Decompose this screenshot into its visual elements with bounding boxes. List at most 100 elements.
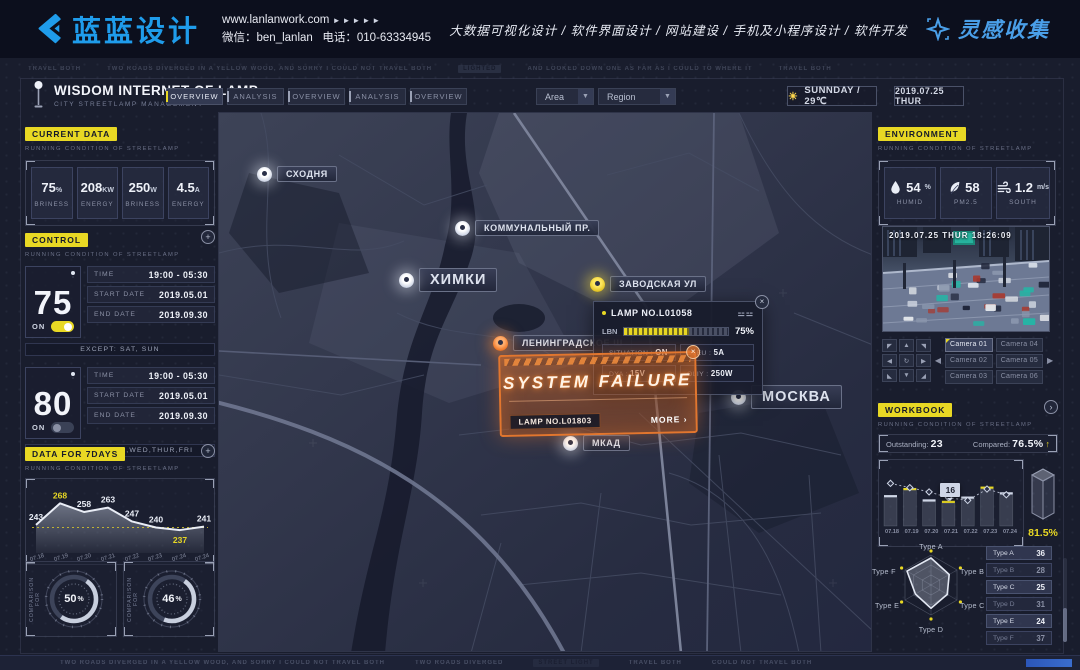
x-tick: 07.24 <box>1003 529 1017 535</box>
type-row-d[interactable]: Type D31 <box>986 597 1052 611</box>
panel-control: CONTROL + RUNNING CONDITION OF STREETLAM… <box>25 230 215 457</box>
stat-card-energy-kw: 208KW ENERGY <box>77 167 119 219</box>
schedule-row-start[interactable]: START DATE 2019.05.01 <box>87 387 215 404</box>
outstanding-value: 23 <box>931 438 943 450</box>
type-row-a[interactable]: Type A36 <box>986 546 1052 560</box>
close-icon[interactable]: × <box>755 295 769 309</box>
workbook-bar-chart: 07.1807.1907.2007.2107.2207.2307.24 16 <box>878 459 1024 547</box>
brightness-box[interactable]: 80 ON <box>25 367 81 439</box>
svg-text:237: 237 <box>173 535 187 545</box>
camera-04-button[interactable]: Camera 04 <box>996 338 1044 352</box>
header-contact: www.lanlanwork.com ►►►►► 微信：ben_lanlan 电… <box>222 11 431 48</box>
add-schedule-button[interactable]: + <box>201 230 215 244</box>
pan-up-left-button[interactable]: ◤ <box>882 339 897 352</box>
deco-text: TRAVEL BOTH <box>629 660 682 666</box>
env-value: 54 <box>906 180 920 195</box>
control-group-2: 80 ON TIME 19:00 - 05:30 START DATE 2019… <box>25 367 215 439</box>
tab-overview-1[interactable]: OVERVIEW <box>166 88 223 105</box>
workbook-next-button[interactable]: › <box>1044 400 1058 414</box>
power-toggle[interactable] <box>51 321 74 332</box>
pin-label: ХИМКИ <box>419 268 497 292</box>
panel-title-badge: ENVIRONMENT <box>878 127 966 141</box>
gauge-value: 46 <box>162 593 174 605</box>
camera-01-button[interactable]: Camera 01 <box>945 338 993 352</box>
camera-list-next-icon[interactable]: ▶ <box>1046 356 1054 365</box>
row-value: 19:00 - 05:30 <box>149 270 208 280</box>
schedule-row-end[interactable]: END DATE 2019.09.30 <box>87 407 215 424</box>
brightness-box[interactable]: 75 ON <box>25 266 81 338</box>
svg-text:243: 243 <box>29 512 43 522</box>
type-table: Type A36 Type B28 Type C25 Type D31 Type… <box>986 546 1052 645</box>
pan-up-right-button[interactable]: ◥ <box>916 339 931 352</box>
tab-analysis-1[interactable]: ANALYSIS <box>227 88 284 105</box>
camera-dpad: ◤ ▲ ◥ ◀ ↻ ▶ ◣ ▼ ◢ <box>882 339 931 382</box>
power-toggle[interactable] <box>51 422 74 433</box>
brand-logo[interactable]: 蓝蓝设计 <box>30 8 200 50</box>
type-row-c[interactable]: Type C25 <box>986 580 1052 594</box>
pan-up-button[interactable]: ▲ <box>899 339 914 352</box>
camera-05-button[interactable]: Camera 05 <box>996 354 1044 368</box>
brightness-value: 75 <box>34 286 73 319</box>
sliders-icon[interactable]: ⚍⚍ <box>738 309 754 318</box>
city-map[interactable]: СХОДНЯ КОММУНАЛЬНЫЙ ПР. ХИМКИ ЗАВОДСКАЯ … <box>218 112 872 652</box>
stat-card-watt: 250W BRINESS <box>122 167 164 219</box>
workbook-stats: Outstanding: 23 Compared: 76.5% ↑ <box>878 434 1058 453</box>
reset-view-button[interactable]: ↻ <box>899 354 914 367</box>
inspiration-collect[interactable]: 灵感收集 <box>926 14 1050 44</box>
svg-text:247: 247 <box>125 508 139 518</box>
arrows-decoration: ►►►►► <box>333 16 383 25</box>
pan-down-button[interactable]: ▼ <box>899 369 914 382</box>
camera-06-button[interactable]: Camera 06 <box>996 370 1044 384</box>
main-tabs: OVERVIEW ANALYSIS OVERVIEW ANALYSIS OVER… <box>166 88 467 105</box>
camera-list-prev-icon[interactable]: ◀ <box>934 356 942 365</box>
map-pin-kommunalny[interactable]: КОММУНАЛЬНЫЙ ПР. <box>455 220 599 236</box>
env-label: PM2.5 <box>954 199 978 206</box>
tab-overview-3[interactable]: OVERVIEW <box>410 88 467 105</box>
services-text: 大数据可视化设计 / 软件界面设计 / 网站建设 / 手机及小程序设计 / 软件… <box>447 20 910 39</box>
pan-right-button[interactable]: ▶ <box>916 354 931 367</box>
map-pin-zavodskaya[interactable]: ЗАВОДСКАЯ УЛ <box>590 276 706 292</box>
pan-down-right-button[interactable]: ◢ <box>916 369 931 382</box>
camera-list-col-1: Camera 01 Camera 02 Camera 03 <box>945 338 993 384</box>
schedule-row-end[interactable]: END DATE 2019.09.30 <box>87 306 215 323</box>
schedule-row-start[interactable]: START DATE 2019.05.01 <box>87 286 215 303</box>
comparison-gauge-2: COMPARISON FOR 46% <box>123 561 215 637</box>
camera-03-button[interactable]: Camera 03 <box>945 370 993 384</box>
camera-feed[interactable]: 2019.07.25 THUR 18:26:09 <box>882 226 1050 332</box>
camera-02-button[interactable]: Camera 02 <box>945 354 993 368</box>
map-pin-mkad[interactable]: МКАД <box>563 435 630 451</box>
panel-subtitle: RUNNING CONDITION OF STREETLAMP <box>25 146 215 152</box>
collect-label: 灵感收集 <box>958 14 1050 44</box>
type-row-b[interactable]: Type B28 <box>986 563 1052 577</box>
gauge-label: COMPARISON FOR <box>127 570 135 628</box>
website-link[interactable]: www.lanlanwork.com <box>222 14 329 26</box>
more-button[interactable]: MORE › <box>651 414 688 425</box>
lbn-bar[interactable] <box>623 327 729 336</box>
row-value: 2019.05.01 <box>159 290 208 300</box>
type-row-f[interactable]: Type F37 <box>986 631 1052 645</box>
system-failure-popup: × SYSTEM FAILURE LAMP NO.L01803 MORE › <box>498 351 698 437</box>
area-select[interactable]: Area ▼ <box>536 88 594 105</box>
pan-down-left-button[interactable]: ◣ <box>882 369 897 382</box>
radar-label-c: Type C <box>960 601 985 610</box>
map-pin-skhodnya[interactable]: СХОДНЯ <box>257 166 337 182</box>
outstanding-label: Outstanding: <box>886 440 929 449</box>
schedule-row-time[interactable]: TIME 19:00 - 05:30 <box>87 367 215 384</box>
deco-text: TWO ROADS DIVERGED <box>415 660 503 666</box>
schedule-rows: TIME 19:00 - 05:30 START DATE 2019.05.01… <box>87 367 215 439</box>
map-pin-khimki[interactable]: ХИМКИ <box>399 268 497 292</box>
stat-label: BRINESS <box>125 201 160 208</box>
row-value: 2019.09.30 <box>159 411 208 421</box>
right-scrollbar[interactable] <box>1063 558 1067 642</box>
region-select-value: Region <box>607 92 636 102</box>
schedule-row-time[interactable]: TIME 19:00 - 05:30 <box>87 266 215 283</box>
panel-subtitle: RUNNING CONDITION OF STREETLAMP <box>878 146 1056 152</box>
type-row-e[interactable]: Type E24 <box>986 614 1052 628</box>
stat-label: BRINESS <box>34 201 69 208</box>
region-select[interactable]: Region ▼ <box>598 88 676 105</box>
tab-overview-2[interactable]: OVERVIEW <box>288 88 345 105</box>
expand-chart-button[interactable]: + <box>201 444 215 458</box>
tab-analysis-2[interactable]: ANALYSIS <box>349 88 406 105</box>
env-card-humid: 54% HUMID <box>884 167 936 219</box>
pan-left-button[interactable]: ◀ <box>882 354 897 367</box>
